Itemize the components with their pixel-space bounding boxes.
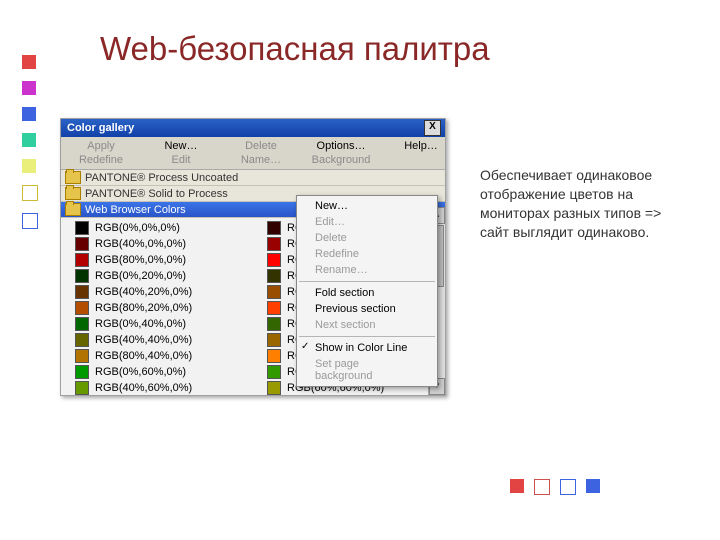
color-swatch-icon [267, 365, 281, 379]
menu-separator [299, 281, 435, 282]
context-menu-item: Edit… [297, 214, 437, 230]
color-swatch-row[interactable]: RGB(0%,40%,0%) [61, 316, 253, 332]
color-swatch-icon [75, 317, 89, 331]
context-menu-item: Set page background [297, 356, 437, 384]
color-swatch-icon [267, 269, 281, 283]
context-menu-item[interactable]: Previous section [297, 301, 437, 317]
square-icon [22, 81, 36, 95]
folder-icon [65, 203, 81, 216]
menu-name: Name… [221, 153, 301, 167]
context-menu-item: Next section [297, 317, 437, 333]
color-swatch-row[interactable]: RGB(0%,20%,0%) [61, 268, 253, 284]
menu-delete: Delete [221, 139, 301, 153]
square-icon [22, 107, 36, 121]
color-swatch-icon [267, 221, 281, 235]
color-swatch-label: RGB(0%,0%,0%) [95, 222, 180, 234]
color-swatch-icon [267, 349, 281, 363]
folder-label: Web Browser Colors [85, 204, 186, 216]
color-swatch-label: RGB(40%,40%,0%) [95, 334, 192, 346]
color-swatch-icon [75, 333, 89, 347]
color-swatch-icon [267, 285, 281, 299]
square-icon [22, 55, 36, 69]
color-swatch-label: RGB(40%,0%,0%) [95, 238, 186, 250]
square-icon [22, 159, 36, 173]
menu-new[interactable]: New… [141, 139, 221, 153]
decorative-squares-left [22, 55, 38, 229]
color-swatch-row[interactable]: RGB(80%,20%,0%) [61, 300, 253, 316]
color-swatch-label: RGB(80%,20%,0%) [95, 302, 192, 314]
square-icon [534, 479, 550, 495]
menu-bar: ApplyNew…DeleteOptions…Help… RedefineEdi… [61, 137, 445, 169]
color-swatch-row[interactable]: RGB(80%,40%,0%) [61, 348, 253, 364]
context-menu-item[interactable]: Show in Color Line [297, 340, 437, 356]
color-swatch-icon [75, 365, 89, 379]
decorative-squares-bottom [510, 479, 600, 495]
color-swatch-label: RGB(0%,20%,0%) [95, 270, 186, 282]
color-swatch-icon [75, 349, 89, 363]
square-icon [510, 479, 524, 493]
window-title: Color gallery [67, 119, 134, 137]
color-swatch-row[interactable]: RGB(40%,0%,0%) [61, 236, 253, 252]
square-icon [586, 479, 600, 493]
context-menu-item[interactable]: New… [297, 198, 437, 214]
color-swatch-icon [267, 253, 281, 267]
folder-label: PANTONE® Process Uncoated [85, 172, 238, 184]
color-swatch-label: RGB(40%,20%,0%) [95, 286, 192, 298]
color-swatch-label: RGB(0%,60%,0%) [95, 366, 186, 378]
folder-icon [65, 171, 81, 184]
window-titlebar[interactable]: Color gallery X [61, 119, 445, 137]
menu-edit: Edit [141, 153, 221, 167]
context-menu-item: Redefine [297, 246, 437, 262]
color-swatch-icon [267, 317, 281, 331]
color-swatch-row[interactable]: RGB(40%,60%,0%) [61, 380, 253, 396]
color-swatch-row[interactable]: RGB(80%,0%,0%) [61, 252, 253, 268]
menu-help[interactable]: Help… [381, 139, 446, 153]
context-menu-item[interactable]: Fold section [297, 285, 437, 301]
color-swatch-label: RGB(80%,0%,0%) [95, 254, 186, 266]
color-swatch-label: RGB(0%,40%,0%) [95, 318, 186, 330]
color-swatch-row[interactable]: RGB(40%,40%,0%) [61, 332, 253, 348]
menu-options[interactable]: Options… [301, 139, 381, 153]
color-swatch-icon [75, 269, 89, 283]
context-menu-item: Rename… [297, 262, 437, 278]
close-button[interactable]: X [424, 120, 441, 136]
color-swatch-row[interactable]: RGB(0%,0%,0%) [61, 220, 253, 236]
slide-title: Web-безопасная палитра [100, 30, 490, 68]
color-swatch-icon [75, 381, 89, 395]
square-icon [22, 185, 38, 201]
context-menu[interactable]: New…Edit…DeleteRedefineRename… Fold secti… [296, 195, 438, 387]
folder-icon [65, 187, 81, 200]
slide-description: Обеспечивает одинаковое отображение цвет… [480, 166, 680, 242]
menu-apply: Apply [61, 139, 141, 153]
color-swatch-icon [75, 221, 89, 235]
folder-row[interactable]: PANTONE® Process Uncoated [61, 170, 445, 186]
square-icon [22, 213, 38, 229]
color-swatch-icon [75, 301, 89, 315]
menu-background: Background [301, 153, 381, 167]
color-swatch-icon [267, 301, 281, 315]
square-icon [560, 479, 576, 495]
square-icon [22, 133, 36, 147]
color-swatch-icon [267, 237, 281, 251]
color-swatch-label: RGB(80%,40%,0%) [95, 350, 192, 362]
color-swatch-icon [267, 381, 281, 395]
color-swatch-icon [75, 285, 89, 299]
color-swatch-icon [267, 333, 281, 347]
context-menu-item: Delete [297, 230, 437, 246]
color-swatch-icon [75, 253, 89, 267]
menu-redefine: Redefine [61, 153, 141, 167]
color-swatch-row[interactable]: RGB(0%,60%,0%) [61, 364, 253, 380]
color-swatch-label: RGB(40%,60%,0%) [95, 382, 192, 394]
color-swatch-icon [75, 237, 89, 251]
menu-separator [299, 336, 435, 337]
folder-label: PANTONE® Solid to Process [85, 188, 228, 200]
color-swatch-row[interactable]: RGB(40%,20%,0%) [61, 284, 253, 300]
